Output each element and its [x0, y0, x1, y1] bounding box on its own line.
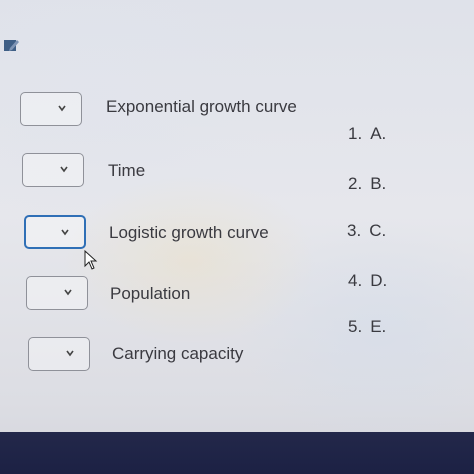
- chevron-down-icon: [64, 289, 72, 296]
- option-letter: D.: [370, 271, 388, 290]
- option-number: 3.: [347, 221, 362, 240]
- answer-option: 3. C.: [347, 221, 386, 241]
- bottom-navigation-bar: [0, 432, 474, 474]
- option-letter: C.: [369, 221, 387, 240]
- mouse-pointer-icon: [84, 249, 98, 270]
- answer-option: 1. A.: [348, 124, 386, 144]
- chevron-down-icon: [66, 350, 74, 357]
- match-dropdown-4[interactable]: [26, 276, 88, 310]
- option-letter: E.: [370, 317, 387, 336]
- term-label: Exponential growth curve: [106, 97, 297, 116]
- option-number: 1.: [348, 124, 363, 143]
- chevron-down-icon: [58, 105, 66, 112]
- option-letter: B.: [370, 174, 387, 193]
- pencil-document-icon: [3, 38, 19, 52]
- match-dropdown-2[interactable]: [22, 153, 84, 187]
- option-number: 5.: [348, 317, 363, 336]
- option-number: 2.: [348, 174, 363, 193]
- match-dropdown-3[interactable]: [24, 215, 86, 249]
- term-label: Time: [108, 161, 146, 180]
- chevron-down-icon: [61, 229, 69, 236]
- term-label: Population: [110, 284, 191, 303]
- answer-option: 2. B.: [348, 174, 386, 194]
- term-label: Logistic growth curve: [109, 223, 269, 242]
- match-dropdown-5[interactable]: [28, 337, 90, 371]
- answer-option: 4. D.: [348, 271, 387, 291]
- term-label: Carrying capacity: [112, 344, 244, 363]
- option-letter: A.: [370, 124, 387, 143]
- match-dropdown-1[interactable]: [20, 92, 82, 126]
- chevron-down-icon: [60, 166, 68, 173]
- answer-option: 5. E.: [348, 317, 386, 337]
- option-number: 4.: [348, 271, 363, 290]
